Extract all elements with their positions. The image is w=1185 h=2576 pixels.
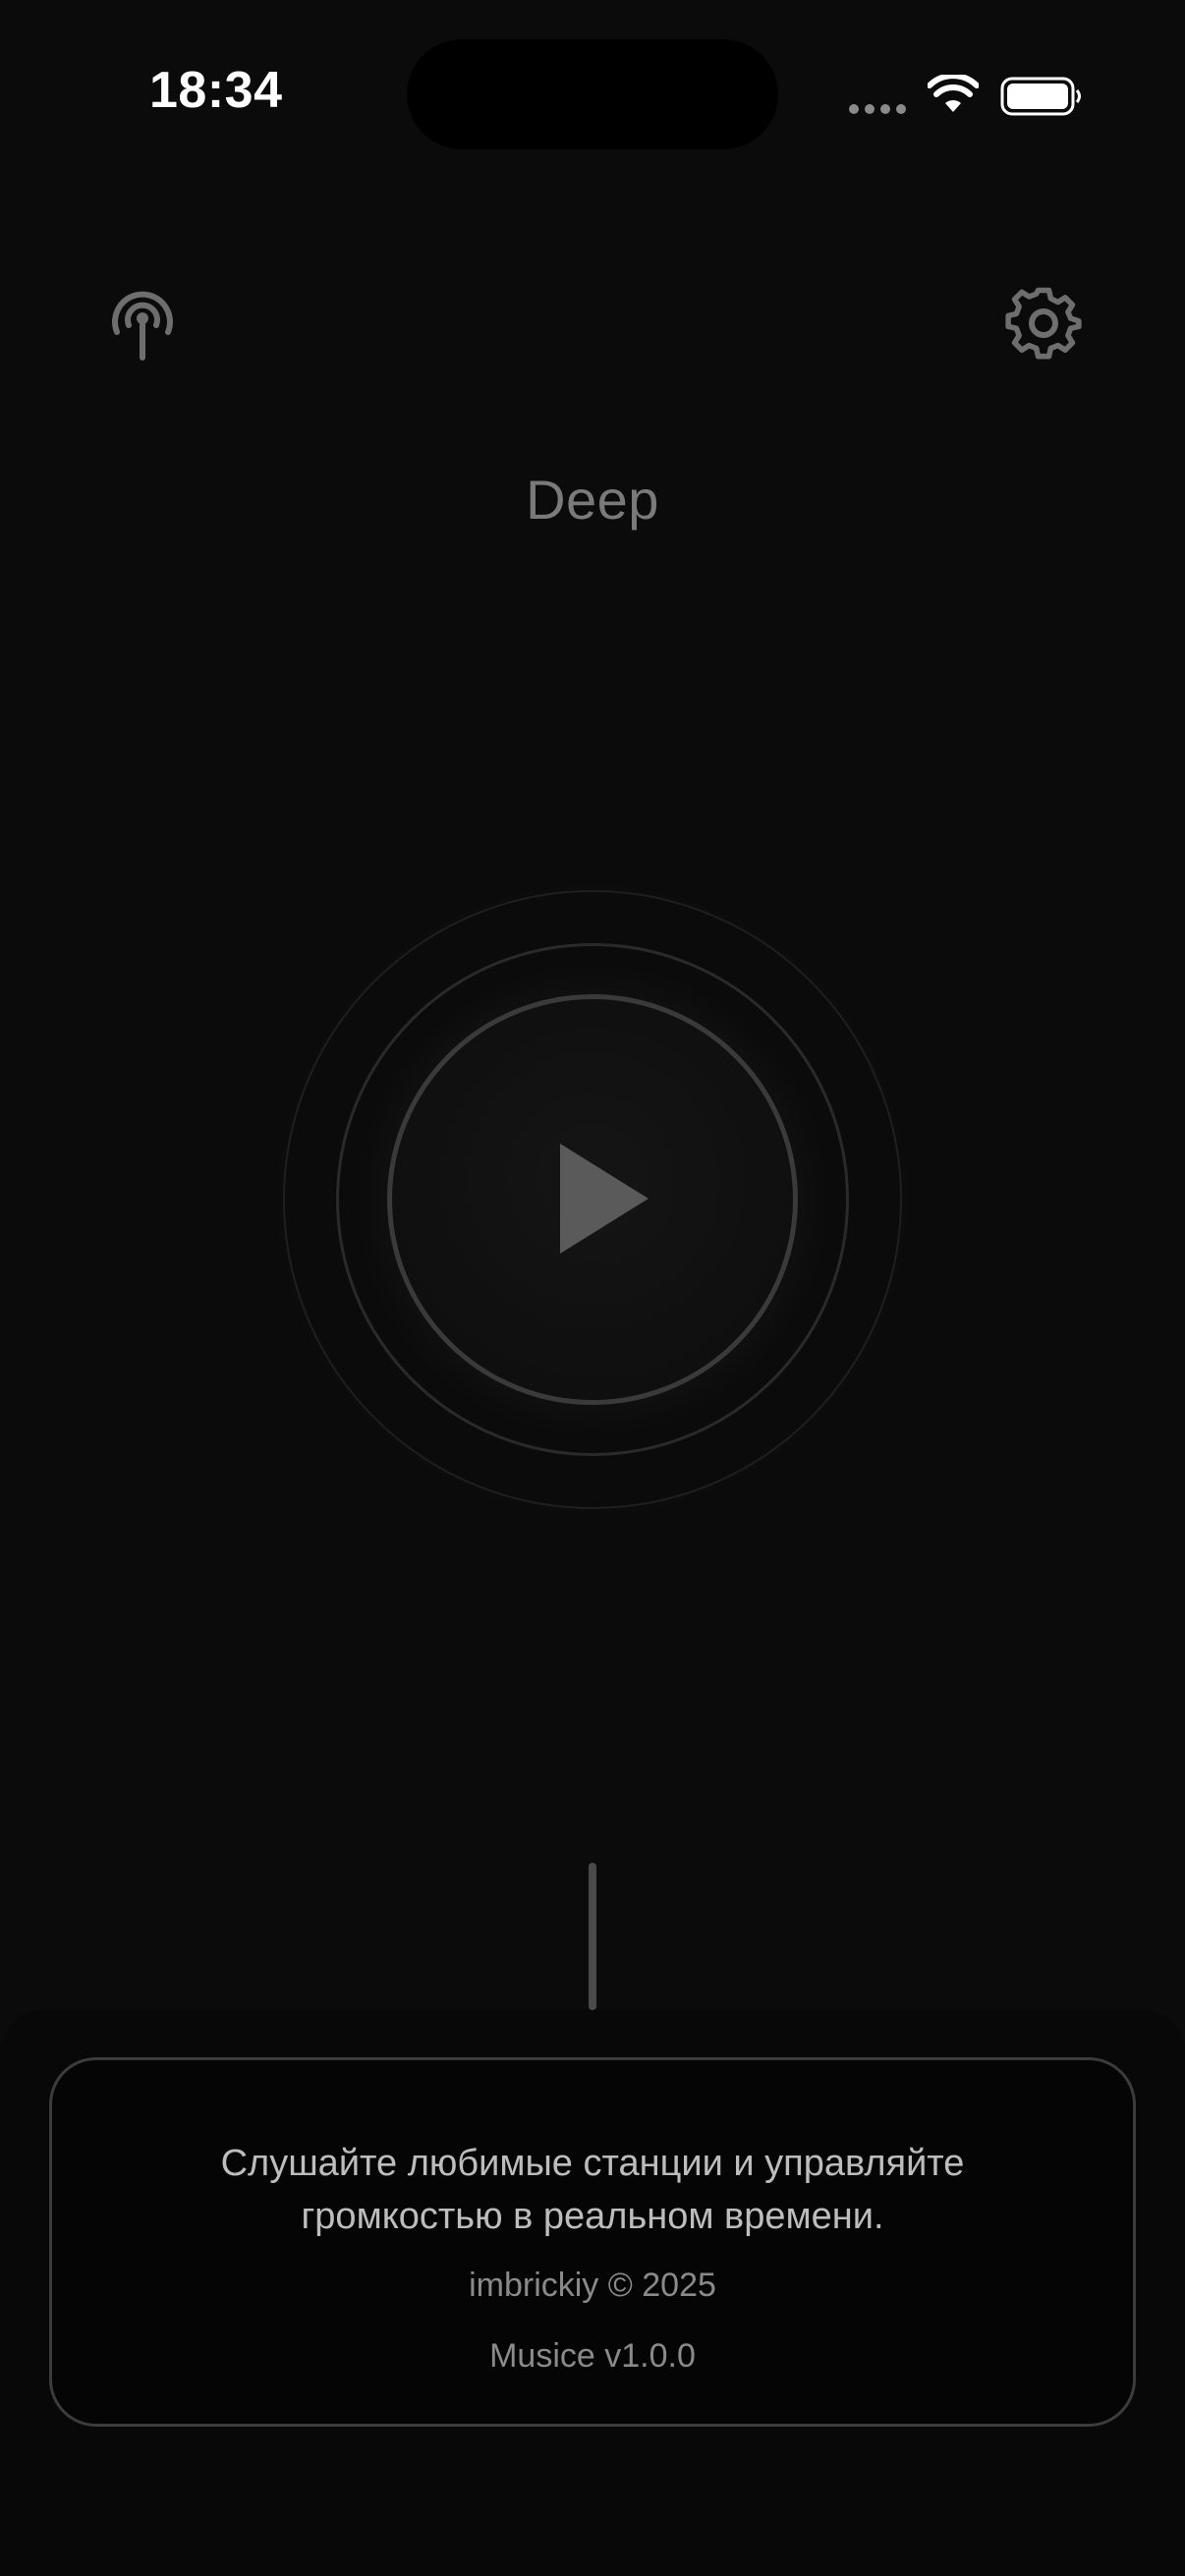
app-description: Слушайте любимые станции и управляйте гр… bbox=[52, 2137, 1133, 2243]
dynamic-island bbox=[407, 39, 778, 149]
play-icon bbox=[560, 1144, 649, 1254]
description-line-2: громкостью в реальном времени. bbox=[301, 2196, 884, 2237]
settings-button[interactable] bbox=[1004, 285, 1083, 364]
cellular-signal-icon bbox=[849, 104, 906, 114]
station-title: Deep bbox=[526, 469, 659, 531]
antenna-radiowaves-icon bbox=[112, 291, 173, 361]
battery-icon bbox=[1000, 77, 1081, 116]
description-line-1: Слушайте любимые станции и управляйте bbox=[220, 2143, 965, 2184]
info-card: Слушайте любимые станции и управляйте гр… bbox=[49, 2057, 1136, 2427]
author-copyright: imbrickiy © 2025 bbox=[469, 2267, 716, 2304]
gear-icon bbox=[1005, 287, 1082, 360]
wifi-icon bbox=[928, 75, 979, 112]
app-version: Musice v1.0.0 bbox=[489, 2337, 696, 2375]
radio-stations-button[interactable] bbox=[98, 285, 187, 364]
status-time: 18:34 bbox=[149, 62, 283, 119]
volume-drag-handle[interactable] bbox=[589, 1863, 596, 2010]
